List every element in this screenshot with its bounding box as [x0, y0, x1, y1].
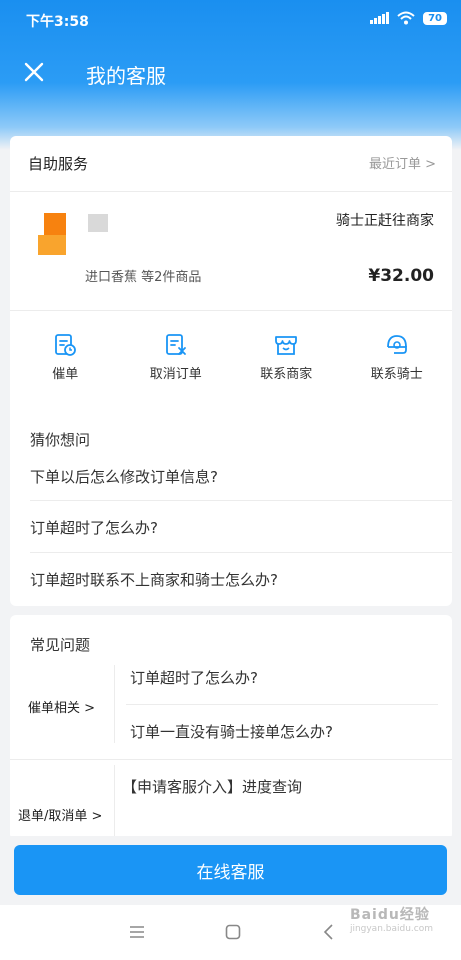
page-title: 我的客服 [86, 64, 166, 88]
quick-actions: 催单 取消订单 联系商家 联系骑士 [10, 332, 452, 392]
faq-question[interactable]: 【申请客服介入】进度查询 [122, 776, 302, 797]
guess-question[interactable]: 下单以后怎么修改订单信息? [30, 466, 218, 487]
status-icons: 70 [370, 11, 447, 25]
status-time: 下午3:58 [26, 14, 89, 30]
guess-question[interactable]: 订单超时了怎么办? [30, 517, 158, 538]
guess-question[interactable]: 订单超时联系不上商家和骑士怎么办? [30, 569, 278, 590]
close-icon[interactable] [20, 58, 48, 86]
order-status: 骑士正赶往商家 [336, 213, 434, 229]
self-service-card: 自助服务 最近订单 > 骑士正赶往商家 进口香蕉 等2件商品 ¥32.00 催单 [10, 136, 452, 606]
urge-order-button[interactable]: 催单 [10, 332, 121, 392]
faq-title: 常见问题 [30, 636, 91, 654]
urge-order-icon [55, 334, 77, 356]
recent-orders-link[interactable]: 最近订单 > [369, 153, 436, 172]
divider [114, 665, 115, 743]
nav-bar: 我的客服 [0, 52, 461, 92]
faq-card: 常见问题 催单相关 > 订单超时了怎么办? 订单一直没有骑士接单怎么办? 退单/… [10, 615, 452, 840]
contact-merchant-icon [275, 336, 298, 355]
contact-merchant-label: 联系商家 [260, 367, 313, 382]
faq-question[interactable]: 订单超时了怎么办? [130, 667, 258, 688]
watermark-text: Baidu经验 [349, 907, 430, 923]
self-service-label: 自助服务 [28, 155, 89, 173]
faq-category-refund[interactable]: 退单/取消单 > [18, 805, 102, 824]
faq-question[interactable]: 订单一直没有骑士接单怎么办? [130, 721, 333, 742]
contact-rider-label: 联系骑士 [370, 367, 423, 382]
divider [126, 704, 438, 705]
order-price: ¥32.00 [368, 266, 434, 286]
guess-title: 猜你想问 [30, 431, 91, 449]
contact-merchant-button[interactable]: 联系商家 [231, 332, 342, 392]
watermark: Baidu经验 jingyan.baidu.com [350, 904, 433, 934]
shop-logo [38, 213, 66, 255]
battery-icon: 70 [423, 11, 447, 25]
shop-name-blurred [88, 214, 108, 232]
cancel-order-icon [165, 334, 186, 355]
cancel-order-button[interactable]: 取消订单 [121, 332, 232, 392]
contact-rider-button[interactable]: 联系骑士 [342, 332, 453, 392]
back-icon[interactable] [320, 923, 338, 941]
divider [10, 759, 452, 760]
contact-rider-icon [386, 335, 407, 354]
divider [114, 765, 115, 840]
signal-icon [370, 12, 390, 24]
status-bar: 下午3:58 70 [0, 0, 461, 40]
divider [30, 552, 452, 553]
divider [10, 191, 452, 192]
home-icon[interactable] [224, 923, 242, 941]
online-service-button[interactable]: 在线客服 [14, 845, 447, 895]
menu-icon[interactable] [128, 923, 146, 941]
faq-category-urge[interactable]: 催单相关 > [28, 697, 95, 716]
cancel-order-label: 取消订单 [149, 367, 202, 382]
divider [10, 310, 452, 311]
watermark-sub: jingyan.baidu.com [349, 924, 433, 934]
wifi-icon [397, 11, 415, 25]
order-items: 进口香蕉 等2件商品 [85, 270, 202, 285]
urge-order-label: 催单 [52, 367, 79, 382]
divider [30, 500, 452, 501]
